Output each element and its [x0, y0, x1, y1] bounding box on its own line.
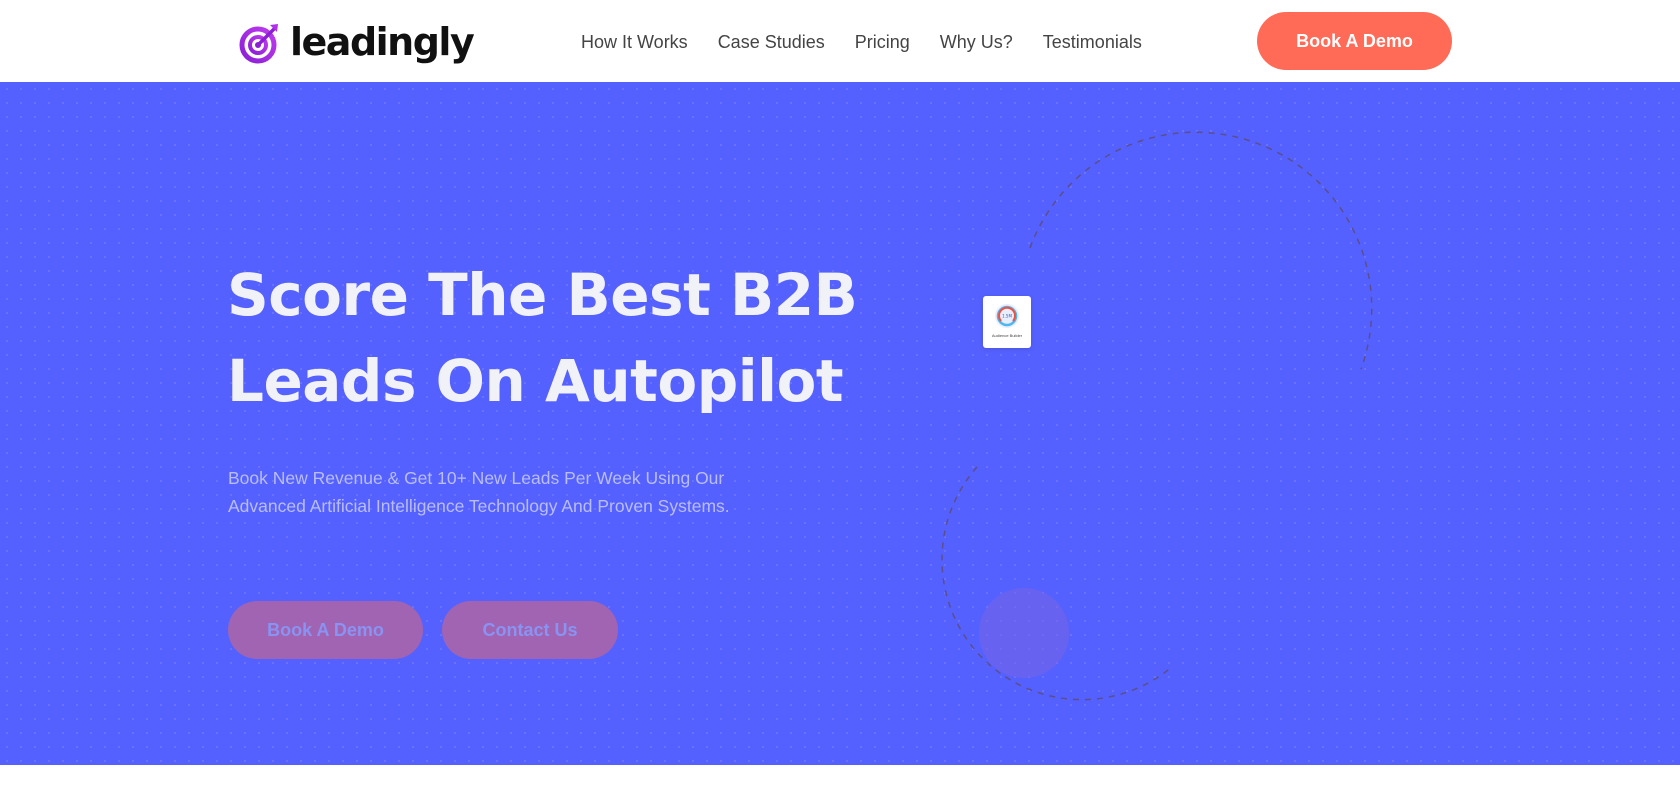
nav-link-pricing[interactable]: Pricing [855, 30, 910, 54]
subtitle-line-1: Book New Revenue & Get 10+ New Leads Per… [228, 468, 725, 488]
headline-line-2: Leads On Autopilot [227, 347, 844, 415]
main-menu: How It Works Case Studies Pricing Why Us… [581, 30, 1172, 54]
nav-link-why-us[interactable]: Why Us? [940, 30, 1013, 54]
hero-subtitle: Book New Revenue & Get 10+ New Leads Per… [228, 464, 788, 520]
gauge-value: 1.5M [1002, 314, 1012, 319]
lower-dashed-arc [941, 466, 1174, 701]
subtitle-line-2: Advanced Artificial Intelligence Technol… [228, 496, 730, 516]
nav-link-case-studies[interactable]: Case Studies [718, 30, 825, 54]
hero-headline: Score The Best B2B Leads On Autopilot [227, 252, 927, 424]
upper-dashed-arc [1029, 131, 1373, 370]
gauge-icon: 1.5M [995, 304, 1019, 328]
nav-link-how-it-works[interactable]: How It Works [581, 30, 688, 54]
hero-section: Score The Best B2B Leads On Autopilot Bo… [0, 82, 1680, 765]
book-demo-hero-button[interactable]: Book A Demo [228, 601, 423, 659]
contact-us-button[interactable]: Contact Us [442, 601, 618, 659]
card-label: Audience Builder [991, 333, 1023, 338]
decorative-circle [979, 588, 1069, 678]
brand-logo[interactable]: leadingly [238, 18, 475, 66]
top-navigation: leadingly How It Works Case Studies Pric… [0, 0, 1680, 82]
audience-builder-card: 1.5M Audience Builder [983, 296, 1031, 348]
nav-link-testimonials[interactable]: Testimonials [1043, 30, 1142, 54]
brand-name: leadingly [290, 20, 475, 64]
book-demo-nav-button[interactable]: Book A Demo [1257, 12, 1452, 70]
target-arrow-icon [239, 24, 278, 64]
headline-line-1: Score The Best B2B [227, 261, 858, 329]
